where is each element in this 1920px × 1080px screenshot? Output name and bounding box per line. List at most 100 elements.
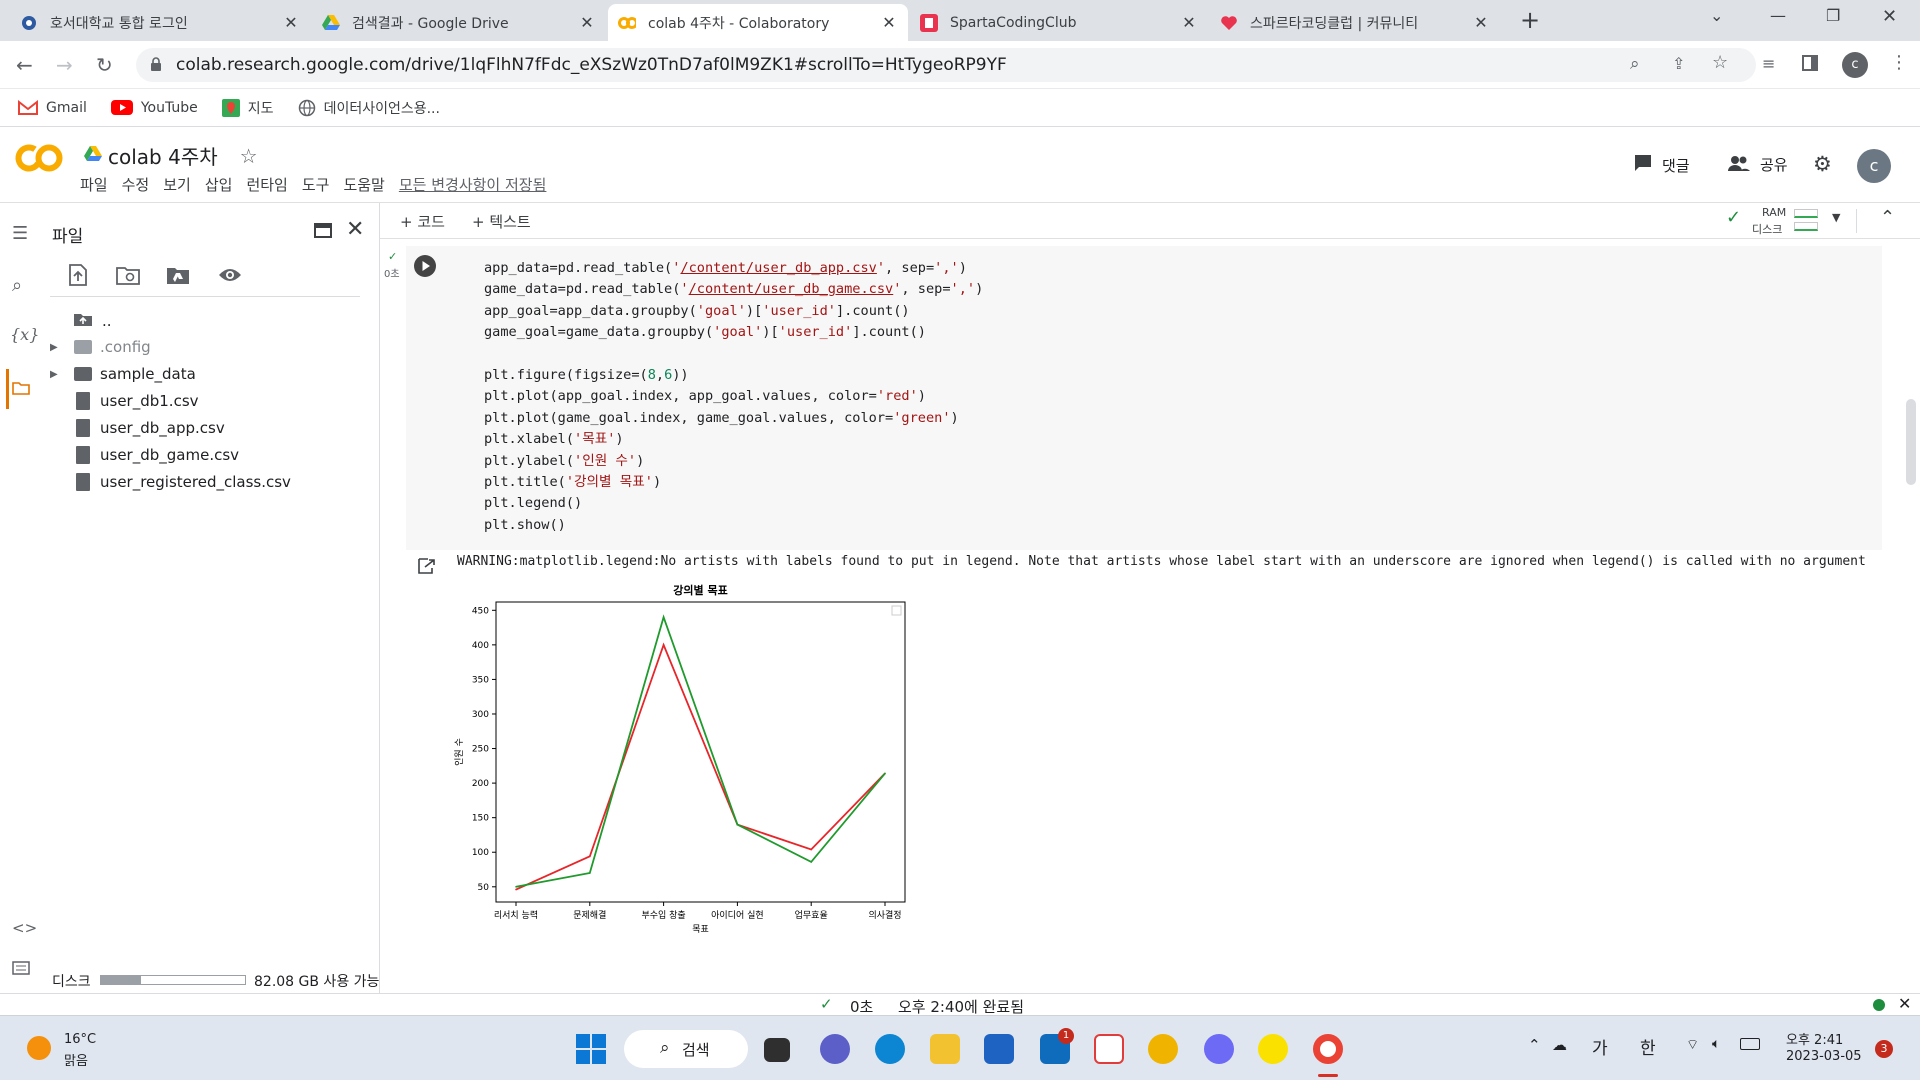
url-input[interactable]: colab.research.google.com/drive/1lqFlhN7… — [136, 48, 1756, 82]
close-icon[interactable]: ✕ — [1472, 13, 1490, 32]
windows-taskbar: 16°C 맑음 ⌕ 검색 1 ⌃ ☁ 가 한 ⌔ 🔈︎ 오후 2:41 2023… — [0, 1015, 1920, 1080]
tab-sparta[interactable]: SpartaCodingClub ✕ — [910, 4, 1208, 41]
open-in-tab-icon[interactable] — [314, 223, 332, 238]
add-code-button[interactable]: + 코드 — [400, 211, 445, 232]
menu-view[interactable]: 보기 — [163, 174, 191, 195]
taskbar-search-box[interactable]: ⌕ 검색 — [624, 1030, 748, 1068]
tree-item-sample-data[interactable]: ▶ sample_data — [50, 365, 196, 383]
share-page-icon[interactable]: ⇪ — [1672, 54, 1685, 73]
copilot-icon[interactable] — [1204, 1034, 1234, 1064]
battery-icon[interactable] — [1740, 1038, 1760, 1050]
menu-tools[interactable]: 도구 — [302, 174, 330, 195]
notebook-scrollbar[interactable] — [1906, 399, 1916, 485]
clock-time[interactable]: 오후 2:41 — [1786, 1029, 1843, 1048]
menu-insert[interactable]: 삽입 — [205, 174, 233, 195]
mount-drive-icon[interactable] — [166, 265, 190, 289]
window-close-icon[interactable]: ✕ — [1882, 6, 1897, 27]
edge-browser-icon[interactable] — [875, 1034, 905, 1064]
tab-sparta-community[interactable]: 스파르타코딩클럽 | 커뮤니티 ✕ — [1210, 4, 1500, 41]
user-avatar[interactable]: c — [1857, 149, 1891, 183]
menu-file[interactable]: 파일 — [80, 174, 108, 195]
bookmark-star-icon[interactable]: ☆ — [1712, 52, 1728, 73]
notebook-title[interactable]: colab 4주차 — [108, 141, 218, 170]
close-icon[interactable]: ✕ — [578, 13, 596, 32]
zoom-icon[interactable]: ⌕ — [1630, 54, 1640, 74]
onedrive-icon[interactable]: ☁ — [1552, 1036, 1567, 1054]
collapse-header-icon[interactable]: ⌃ — [1880, 207, 1895, 228]
profile-avatar[interactable]: c — [1842, 52, 1868, 78]
kebab-menu-icon[interactable]: ⋮ — [1890, 52, 1908, 73]
windows-start-icon[interactable] — [576, 1034, 606, 1068]
folder-icon[interactable] — [12, 379, 30, 400]
expand-arrow-icon[interactable]: ▶ — [50, 369, 74, 380]
weather-sun-icon[interactable] — [27, 1036, 51, 1060]
menu-help[interactable]: 도움말 — [343, 174, 384, 195]
ime-mode-b[interactable]: 한 — [1640, 1034, 1656, 1059]
restore-icon[interactable]: ❐ — [1826, 6, 1840, 25]
comment-button[interactable]: 댓글 — [1634, 154, 1690, 176]
chrome-icon[interactable] — [1313, 1034, 1343, 1064]
expand-arrow-icon[interactable]: ▶ — [50, 342, 74, 353]
clock-date[interactable]: 2023-03-05 — [1786, 1049, 1862, 1064]
close-panel-icon[interactable]: ✕ — [346, 217, 364, 242]
minimize-icon[interactable]: — — [1770, 6, 1786, 25]
sync-app-icon[interactable] — [1094, 1034, 1124, 1064]
tree-item-file[interactable]: user_db_game.csv — [76, 446, 239, 464]
search-icon[interactable]: ⌕ — [12, 275, 22, 296]
tree-item-parent[interactable]: .. — [74, 312, 112, 330]
status-close-icon[interactable]: ✕ — [1898, 994, 1911, 1013]
menu-edit[interactable]: 수정 — [122, 174, 150, 195]
bookmark-datascience[interactable]: 데이터사이언스용... — [298, 98, 440, 118]
task-view-icon[interactable] — [764, 1038, 790, 1062]
command-palette-icon[interactable] — [12, 959, 30, 980]
reading-list-icon[interactable]: ≡ — [1762, 54, 1775, 73]
resources-dropdown-icon[interactable]: ▼ — [1832, 211, 1840, 224]
bookmark-youtube[interactable]: YouTube — [110, 100, 198, 116]
share-button[interactable]: 공유 — [1728, 154, 1788, 175]
output-icon[interactable] — [418, 558, 436, 578]
teams-chat-icon[interactable] — [820, 1034, 850, 1064]
tree-item-file[interactable]: user_registered_class.csv — [76, 473, 291, 491]
bookmark-maps[interactable]: 지도 — [221, 98, 274, 118]
notification-badge[interactable]: 3 — [1875, 1040, 1893, 1058]
reload-icon[interactable]: ↻ — [96, 53, 113, 77]
tab-colab[interactable]: colab 4주차 - Colaboratory ✕ — [608, 4, 908, 41]
bookmark-gmail[interactable]: Gmail — [18, 100, 87, 116]
forward-icon[interactable]: → — [56, 53, 73, 77]
new-tab-icon[interactable]: + — [1520, 6, 1540, 34]
tree-item-config[interactable]: ▶ .config — [50, 338, 151, 356]
kakaotalk-icon[interactable] — [1258, 1034, 1288, 1064]
run-cell-button[interactable] — [414, 255, 436, 277]
show-hidden-eye-icon[interactable] — [218, 267, 242, 287]
colab-logo[interactable] — [14, 142, 64, 178]
add-text-button[interactable]: + 텍스트 — [472, 211, 531, 232]
side-panel-icon[interactable] — [1802, 55, 1818, 71]
close-icon[interactable]: ✕ — [880, 13, 898, 32]
variables-icon[interactable]: {x} — [10, 325, 39, 344]
file-explorer-icon[interactable] — [930, 1034, 960, 1064]
table-of-contents-icon[interactable]: ☰ — [12, 223, 28, 244]
code-editor[interactable]: app_data=pd.read_table('/content/user_db… — [484, 258, 983, 536]
tree-item-file[interactable]: user_db_app.csv — [76, 419, 225, 437]
close-icon[interactable]: ✕ — [282, 13, 300, 32]
microsoft-store-icon[interactable] — [984, 1034, 1014, 1064]
tab-google-drive[interactable]: 검색결과 - Google Drive ✕ — [312, 4, 606, 41]
tree-item-file[interactable]: user_db1.csv — [76, 392, 199, 410]
close-icon[interactable]: ✕ — [1180, 13, 1198, 32]
tray-chevron-icon[interactable]: ⌃ — [1528, 1036, 1541, 1054]
refresh-folder-icon[interactable] — [116, 265, 140, 289]
ime-mode-a[interactable]: 가 — [1592, 1034, 1608, 1059]
code-cell[interactable]: app_data=pd.read_table('/content/user_db… — [406, 246, 1882, 550]
upload-icon[interactable] — [68, 264, 88, 290]
tab-hoseo-login[interactable]: 호서대학교 통합 로그인 ✕ — [10, 4, 310, 41]
save-status-link[interactable]: 모든 변경사항이 저장됨 — [399, 174, 547, 195]
tab-search-chevron-icon[interactable]: ⌄ — [1710, 6, 1723, 25]
star-icon[interactable]: ☆ — [240, 144, 258, 168]
back-icon[interactable]: ← — [16, 53, 33, 77]
wifi-icon[interactable]: ⌔ — [1686, 1036, 1699, 1054]
code-snippets-icon[interactable]: <> — [12, 919, 37, 937]
settings-gear-icon[interactable]: ⚙ — [1813, 152, 1832, 176]
vpn-shield-icon[interactable] — [1148, 1034, 1178, 1064]
volume-icon[interactable]: 🔈︎ — [1712, 1036, 1720, 1052]
menu-runtime[interactable]: 런타임 — [246, 174, 287, 195]
